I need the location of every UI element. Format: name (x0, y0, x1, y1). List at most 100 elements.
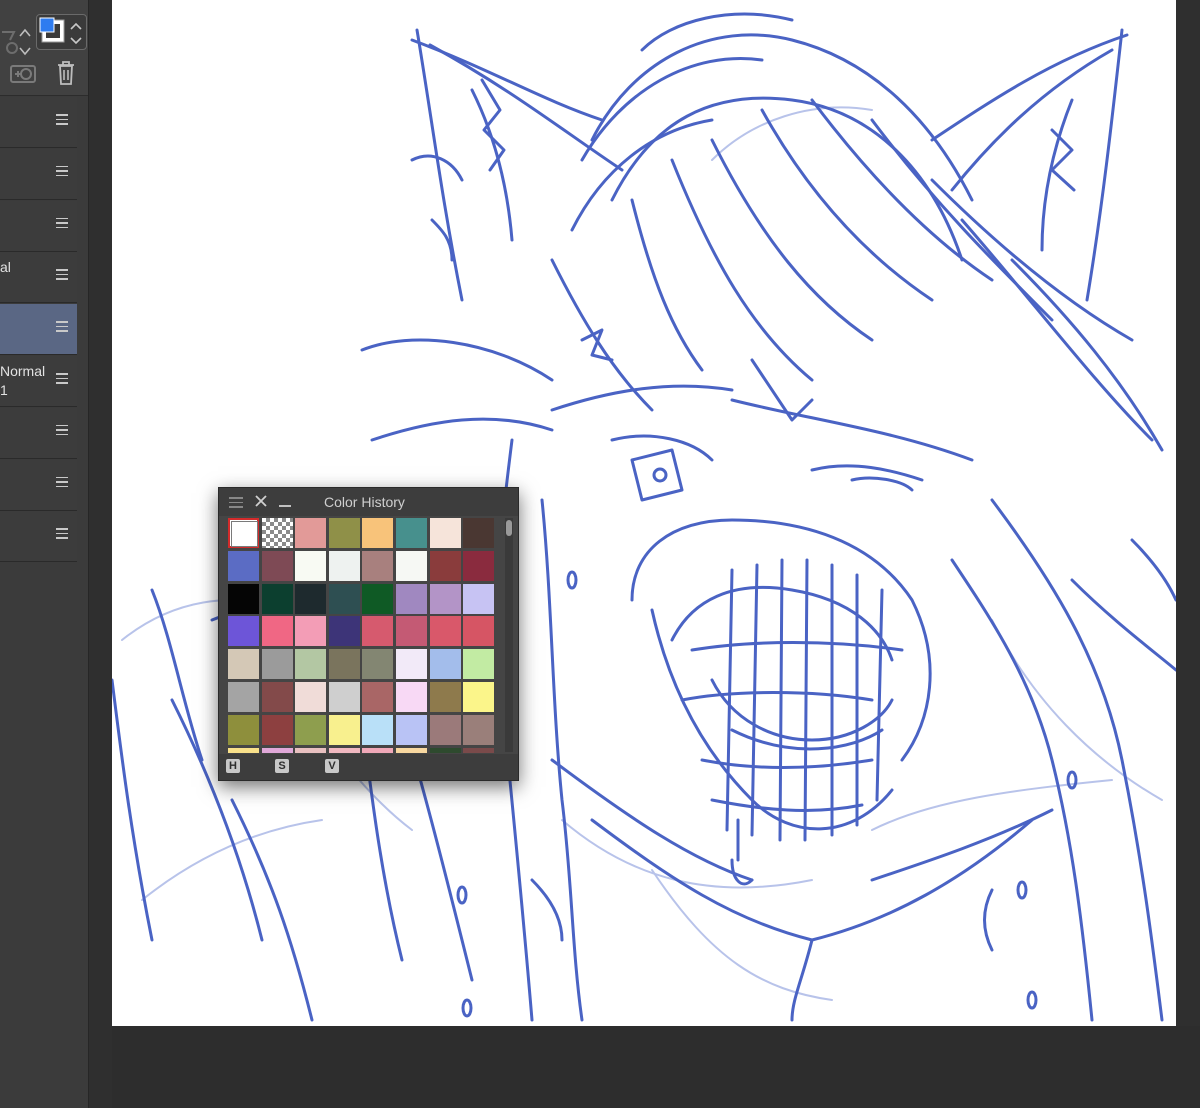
color-swatch[interactable] (295, 649, 327, 680)
color-swatch[interactable] (228, 649, 259, 680)
color-swatch[interactable] (261, 714, 293, 745)
color-swatch[interactable] (328, 518, 360, 548)
color-swatch[interactable] (463, 550, 495, 581)
palette-scrollbar[interactable] (505, 518, 513, 752)
panel-gutter (88, 0, 112, 1108)
layer-row[interactable] (0, 97, 77, 148)
color-swatch[interactable] (429, 747, 461, 753)
color-swatch[interactable] (261, 747, 293, 753)
color-swatch[interactable] (261, 649, 293, 680)
color-swatch[interactable] (328, 616, 360, 647)
color-swatch[interactable] (396, 583, 427, 614)
color-swatch[interactable] (396, 518, 427, 548)
menu-icon[interactable] (56, 114, 68, 126)
scroll-thumb[interactable] (506, 520, 512, 536)
color-swatch[interactable] (362, 518, 394, 548)
menu-icon[interactable] (56, 373, 68, 385)
layer-row[interactable] (0, 148, 77, 200)
color-swatch[interactable] (429, 649, 461, 680)
color-swatch[interactable] (463, 649, 495, 680)
menu-icon[interactable] (56, 476, 68, 489)
color-swatch[interactable] (328, 583, 360, 614)
mode-button-v[interactable]: V (325, 759, 339, 773)
mode-button-h[interactable]: H (226, 759, 240, 773)
menu-icon[interactable] (56, 269, 68, 281)
color-swatch[interactable] (261, 583, 293, 614)
color-swatch[interactable] (463, 747, 495, 753)
color-swatch[interactable] (261, 682, 293, 712)
layer-property-icon[interactable] (0, 14, 34, 58)
color-swatch[interactable] (362, 616, 394, 647)
color-swatch[interactable] (396, 649, 427, 680)
swatch-grid (227, 517, 505, 753)
color-swatch[interactable] (463, 616, 495, 647)
color-swatch[interactable] (362, 550, 394, 581)
trash-icon[interactable] (55, 60, 77, 86)
color-swatch[interactable] (396, 682, 427, 712)
color-swatch[interactable] (463, 714, 495, 745)
color-swatch[interactable] (328, 714, 360, 745)
color-swatch[interactable] (295, 518, 327, 548)
menu-icon[interactable] (56, 165, 68, 178)
color-swatch[interactable] (295, 583, 327, 614)
color-swatch[interactable] (228, 550, 259, 581)
layer-opacity: 1 (0, 382, 8, 398)
palette-title-bar[interactable]: Color History (219, 488, 518, 516)
color-swatch[interactable] (295, 616, 327, 647)
color-swatch[interactable] (261, 550, 293, 581)
color-swatch[interactable] (362, 714, 394, 745)
color-swatch[interactable] (463, 583, 495, 614)
color-swatch[interactable] (429, 518, 461, 548)
color-swatch[interactable] (463, 518, 495, 548)
color-swatch[interactable] (295, 550, 327, 581)
color-swatch[interactable] (228, 616, 259, 647)
mode-button-s[interactable]: S (275, 759, 289, 773)
color-swatch[interactable] (228, 714, 259, 745)
menu-icon[interactable] (56, 424, 68, 437)
layer-row[interactable]: Normal 1 (0, 356, 77, 407)
layer-row[interactable] (0, 304, 77, 356)
color-history-palette[interactable]: Color History H S V (218, 487, 519, 781)
color-swatch[interactable] (429, 682, 461, 712)
grip-icon[interactable] (229, 497, 243, 508)
color-swatch[interactable] (396, 714, 427, 745)
color-swatch[interactable] (328, 550, 360, 581)
menu-icon[interactable] (56, 217, 68, 230)
color-swatch[interactable] (228, 682, 259, 712)
color-swatch[interactable] (362, 682, 394, 712)
color-swatch[interactable] (463, 682, 495, 712)
color-swatch[interactable] (295, 714, 327, 745)
color-swatch[interactable] (362, 747, 394, 753)
color-swatch[interactable] (228, 747, 259, 753)
color-swatch[interactable] (362, 583, 394, 614)
color-swatch[interactable] (328, 649, 360, 680)
new-layer-icon[interactable] (9, 62, 37, 86)
color-swatch[interactable] (396, 550, 427, 581)
color-swatch[interactable] (429, 583, 461, 614)
color-swatch[interactable] (429, 616, 461, 647)
color-swatch[interactable] (228, 583, 259, 614)
color-swatch[interactable] (261, 518, 293, 548)
color-swatch[interactable] (396, 747, 427, 753)
color-swatch[interactable] (328, 682, 360, 712)
menu-icon[interactable] (56, 528, 68, 540)
minimize-icon[interactable] (277, 493, 293, 509)
color-swatch[interactable] (429, 714, 461, 745)
color-swatch[interactable] (295, 682, 327, 712)
color-swatch[interactable] (396, 616, 427, 647)
color-swatch[interactable] (261, 616, 293, 647)
color-swatch[interactable] (295, 747, 327, 753)
canvas-right-margin (1176, 0, 1200, 1026)
layer-row[interactable] (0, 511, 77, 563)
menu-icon[interactable] (56, 321, 68, 333)
layer-row[interactable] (0, 200, 77, 252)
layer-row[interactable] (0, 459, 77, 511)
layer-row[interactable] (0, 407, 77, 459)
color-swatch[interactable] (328, 747, 360, 753)
color-swap-button[interactable] (36, 14, 87, 50)
color-swatch[interactable] (362, 649, 394, 680)
color-swatch[interactable] (228, 518, 259, 548)
color-swatch[interactable] (429, 550, 461, 581)
close-icon[interactable] (253, 493, 269, 509)
layer-row[interactable]: al (0, 252, 77, 304)
